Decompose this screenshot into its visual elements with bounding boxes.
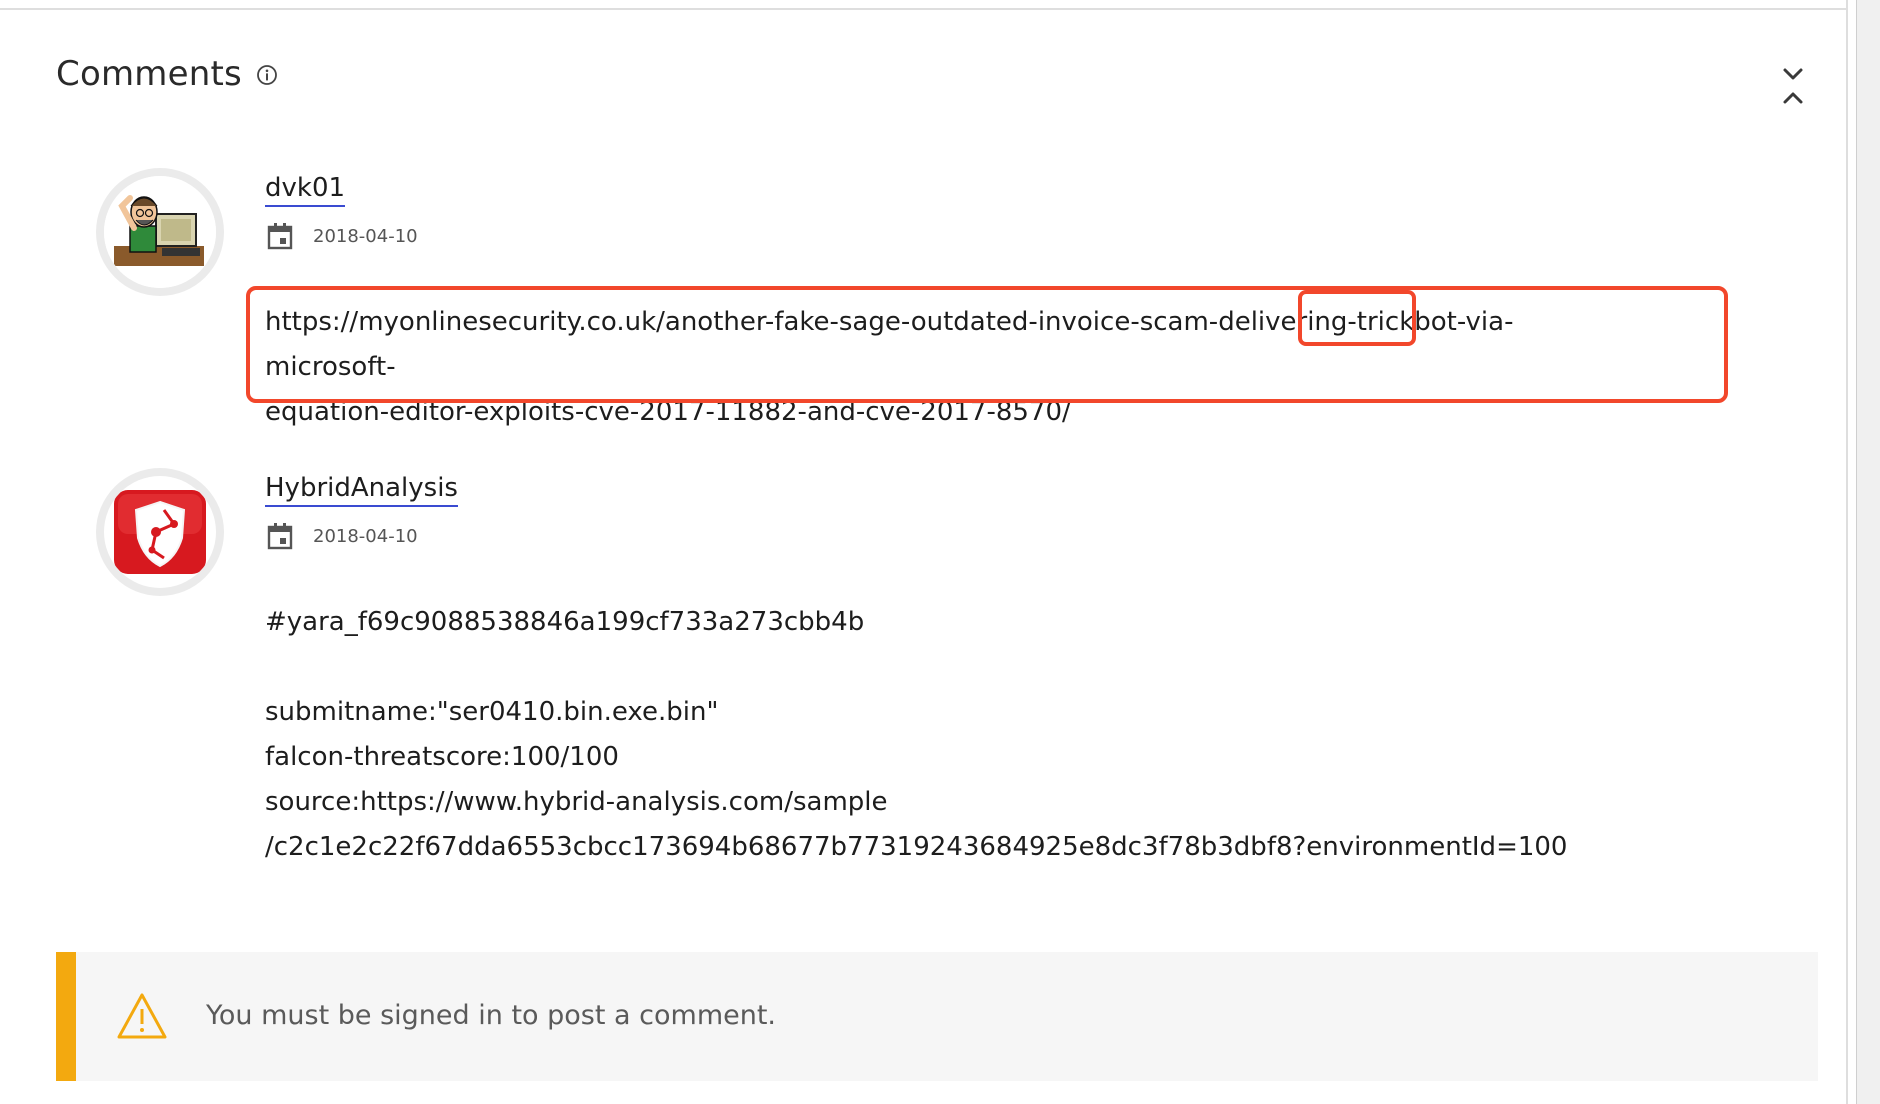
notice-accent-bar	[56, 952, 76, 1081]
comment-body: #yara_f69c9088538846a199cf733a273cbb4b s…	[265, 600, 1625, 870]
comment-author-link[interactable]: HybridAnalysis	[265, 472, 458, 507]
warning-triangle-icon	[117, 993, 167, 1039]
comment-line[interactable]: source:https://www.hybrid-analysis.com/s…	[265, 780, 1625, 825]
comment-date: 2018-04-10	[313, 526, 418, 547]
comment-line: falcon-threatscore:100/100	[265, 742, 619, 772]
hybrid-analysis-shield-logo	[104, 476, 216, 588]
section-title: Comments	[56, 54, 242, 94]
comments-panel: Comments dvk01 2018-04-10 https://myonli…	[0, 0, 1880, 1104]
top-divider	[0, 8, 1848, 10]
calendar-icon	[267, 223, 293, 250]
comment-date: 2018-04-10	[313, 226, 418, 247]
avatar[interactable]	[96, 168, 224, 296]
comment-line	[265, 645, 1625, 690]
scrollbar-track[interactable]	[1856, 0, 1880, 1104]
notice-text: You must be signed in to post a comment.	[206, 1000, 777, 1031]
comment-line[interactable]: /c2c1e2c22f67dda6553cbcc173694b68677b773…	[265, 825, 1625, 870]
cartoon-man-at-computer-avatar	[104, 176, 216, 288]
comment-author-link[interactable]: dvk01	[265, 172, 346, 207]
info-circle-icon[interactable]	[256, 64, 278, 86]
annotation-highlight-word	[1298, 290, 1416, 346]
avatar[interactable]	[96, 468, 224, 596]
comment-line: #yara_f69c9088538846a199cf733a273cbb4b	[265, 607, 865, 637]
collapse-chevrons-icon[interactable]	[1780, 66, 1806, 106]
calendar-icon	[267, 523, 293, 550]
panel-right-border	[1846, 0, 1848, 1104]
comment-line: submitname:"ser0410.bin.exe.bin"	[265, 697, 719, 727]
annotation-highlight-box	[246, 286, 1728, 403]
sign-in-notice: You must be signed in to post a comment.	[56, 952, 1818, 1081]
